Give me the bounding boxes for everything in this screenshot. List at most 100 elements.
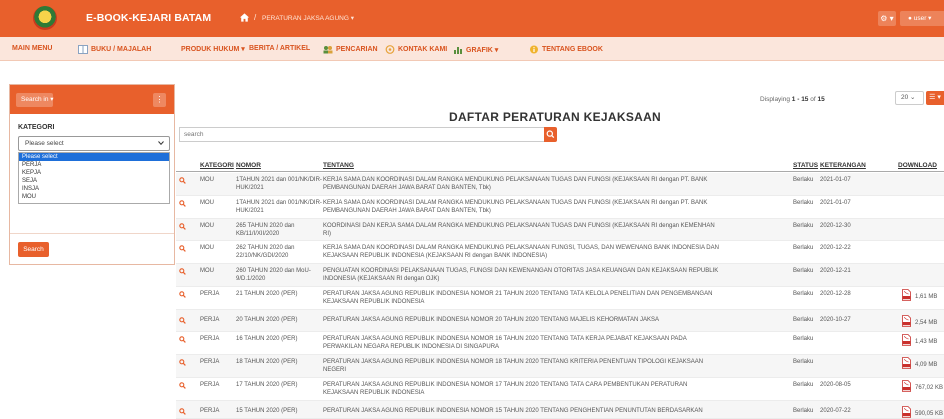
table-row[interactable]: PERJA 20 TAHUN 2020 (PER) PERATURAN JAKSA …	[176, 310, 944, 332]
tentang-line: PEMBANGUNAN DAERAH JAWA BARAT DAN BANTEN…	[323, 208, 491, 214]
table-header: KATEGORI NOMOR TENTANG STATUS KETERANGAN…	[176, 160, 944, 172]
users-icon	[323, 46, 333, 54]
file-size[interactable]: 4,09 MB	[915, 362, 937, 368]
menu-kontak-kami[interactable]: KONTAK KAMI	[385, 45, 447, 54]
view-detail-icon[interactable]	[179, 359, 186, 366]
cell-keterangan: 2020-07-22	[820, 408, 851, 414]
kategori-option[interactable]: KEPJA	[19, 169, 169, 177]
bar-chart-icon	[454, 47, 462, 54]
tentang-line: KERJA SAMA DAN KOORDINASI DALAM RANGKA M…	[323, 177, 708, 183]
col-keterangan[interactable]: KETERANGAN	[820, 162, 866, 169]
col-download[interactable]: DOWNLOAD	[898, 162, 937, 169]
table-row[interactable]: PERJA 21 TAHUN 2020 (PER) PERATURAN JAKSA …	[176, 287, 944, 310]
tentang-line: PERATURAN JAKSA AGUNG REPUBLIK INDONESIA…	[323, 291, 713, 297]
view-detail-icon[interactable]	[179, 291, 186, 298]
pdf-file-icon[interactable]	[902, 334, 911, 346]
pdf-file-icon[interactable]	[902, 315, 911, 327]
cell-nomor: 16 TAHUN 2020 (PER)	[236, 335, 297, 343]
search-in-button[interactable]: Search in ▾	[16, 93, 54, 107]
menu-tentang-ebook[interactable]: TENTANG EBOOK	[529, 45, 603, 54]
menu-buku-majalah[interactable]: BUKU / MAJALAH	[78, 45, 151, 54]
panel-menu-button[interactable]: ⋮	[153, 93, 166, 107]
info-icon	[530, 45, 538, 54]
cell-kategori: PERJA	[200, 317, 220, 323]
menu-pencarian[interactable]: PENCARIAN	[323, 45, 378, 54]
tentang-line: PERATURAN JAKSA AGUNG REPUBLIK INDONESIA…	[323, 359, 704, 365]
cell-nomor: 17 TAHUN 2020 (PER)	[236, 381, 297, 389]
menu-grafik[interactable]: GRAFIK ▾	[453, 45, 498, 54]
view-detail-icon[interactable]	[179, 317, 186, 324]
pdf-file-icon[interactable]	[902, 357, 911, 369]
file-size[interactable]: 1,43 MB	[915, 339, 937, 345]
sidebar-search-button[interactable]: Search	[18, 242, 49, 257]
tentang-line: INDONESIA (KEJAKSAAN RI dengan OJK)	[323, 276, 440, 282]
menu-main-menu[interactable]: MAIN MENU	[12, 45, 52, 52]
page-size-select[interactable]: 20 ⌄	[895, 91, 924, 105]
kategori-option[interactable]: INSJA	[19, 185, 169, 193]
view-detail-icon[interactable]	[179, 245, 186, 252]
kategori-option[interactable]: PERJA	[19, 161, 169, 169]
menu-berita-artikel[interactable]: BERITA / ARTIKEL	[249, 45, 310, 52]
col-status[interactable]: STATUS	[793, 162, 818, 169]
col-kategori[interactable]: KATEGORI	[200, 162, 234, 169]
table-row[interactable]: PERJA 18 TAHUN 2020 (PER) PERATURAN JAKSA …	[176, 355, 944, 378]
cell-status: Berlaku	[793, 245, 814, 251]
settings-button[interactable]: ⚙ ▾	[878, 11, 896, 26]
kategori-option[interactable]: SEJA	[19, 177, 169, 185]
search-panel-header: Search in ▾ ⋮	[10, 85, 174, 114]
breadcrumb-current[interactable]: PERATURAN JAKSA AGUNG ▾	[262, 14, 354, 22]
user-menu-button[interactable]: ● user ▾	[900, 11, 944, 26]
cell-keterangan: 2021-01-07	[820, 177, 851, 183]
col-nomor[interactable]: NOMOR	[236, 162, 261, 169]
tentang-line: KEJAKSAAN REPUBLIK INDONESIA	[323, 299, 425, 305]
cell-tentang: PERATURAN JAKSA AGUNG REPUBLIK INDONESIA…	[323, 407, 703, 415]
cell-status: Berlaku	[793, 382, 814, 388]
file-size[interactable]: 590,05 KB	[915, 411, 943, 417]
view-detail-icon[interactable]	[179, 382, 186, 389]
view-detail-icon[interactable]	[179, 223, 186, 230]
cell-keterangan: 2020-08-05	[820, 382, 851, 388]
view-detail-icon[interactable]	[179, 408, 186, 415]
col-tentang[interactable]: TENTANG	[323, 162, 354, 169]
nomor-line: 17 TAHUN 2020 (PER)	[236, 382, 298, 388]
kategori-option[interactable]: Please select	[19, 153, 169, 161]
view-detail-icon[interactable]	[179, 336, 186, 343]
kategori-option[interactable]: MOU	[19, 193, 169, 201]
kejaksaan-logo[interactable]	[33, 6, 57, 30]
top-header: E-BOOK-KEJARI BATAM / PERATURAN JAKSA AG…	[0, 0, 944, 37]
table-row[interactable]: MOU 1TAHUN 2021 dan 001/NK/DIR- HUK/2021 KE…	[176, 196, 944, 219]
cell-tentang: PERATURAN JAKSA AGUNG REPUBLIK INDONESIA…	[323, 290, 712, 306]
table-row[interactable]: PERJA 15 TAHUN 2020 (PER) PERATURAN JAKSA …	[176, 401, 944, 419]
pdf-file-icon[interactable]	[902, 406, 911, 418]
table-row[interactable]: MOU 1TAHUN 2021 dan 001/NK/DIR- HUK/2021 KE…	[176, 173, 944, 196]
home-icon[interactable]	[239, 12, 250, 23]
file-size[interactable]: 767,02 KB	[915, 385, 943, 391]
cell-status: Berlaku	[793, 317, 814, 323]
cell-keterangan: 2020-12-22	[820, 245, 851, 251]
pagination-range: 1 - 15	[791, 96, 809, 103]
list-view-button[interactable]: ☰ ▾	[926, 91, 944, 105]
cell-kategori: PERJA	[200, 291, 220, 297]
cell-status: Berlaku	[793, 177, 814, 183]
pdf-file-icon[interactable]	[902, 289, 911, 301]
menu-produk-hukum[interactable]: PRODUK HUKUM ▾	[181, 45, 245, 53]
table-row[interactable]: MOU 262 TAHUN 2020 dan 22/10/NK/GDI/2020 KE…	[176, 241, 944, 264]
pdf-file-icon[interactable]	[902, 380, 911, 392]
view-detail-icon[interactable]	[179, 177, 186, 184]
menu-label: PENCARIAN	[336, 46, 378, 53]
file-size[interactable]: 2,54 MB	[915, 320, 937, 326]
kategori-select[interactable]: Please select	[18, 136, 170, 151]
brand-title[interactable]: E-BOOK-KEJARI BATAM	[86, 12, 211, 24]
search-button[interactable]	[544, 127, 557, 142]
cell-keterangan: 2020-12-21	[820, 268, 851, 274]
view-detail-icon[interactable]	[179, 200, 186, 207]
search-input[interactable]	[179, 127, 544, 142]
view-detail-icon[interactable]	[179, 268, 186, 275]
table-row[interactable]: PERJA 17 TAHUN 2020 (PER) PERATURAN JAKSA …	[176, 378, 944, 401]
tentang-line: NEGERI	[323, 367, 347, 373]
file-size[interactable]: 1,61 MB	[915, 294, 937, 300]
table-row[interactable]: MOU 265 TAHUN 2020 dan KB/11/I/XII/2020 KOO…	[176, 219, 944, 241]
table-row[interactable]: MOU 260 TAHUN 2020 dan MoU- 9/D.1/2020 PENG…	[176, 264, 944, 287]
table-row[interactable]: PERJA 16 TAHUN 2020 (PER) PERATURAN JAKSA …	[176, 332, 944, 355]
menu-label: BUKU / MAJALAH	[91, 46, 152, 53]
